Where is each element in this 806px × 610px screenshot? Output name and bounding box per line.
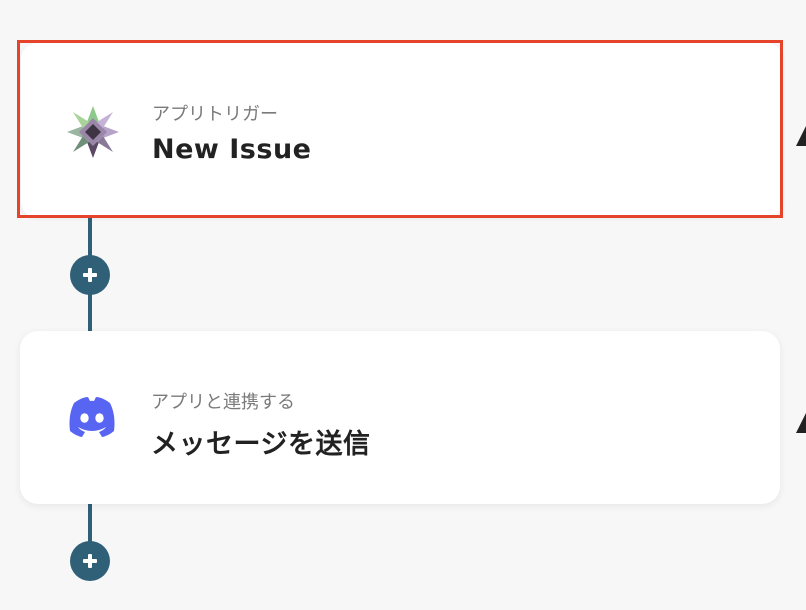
flow-canvas: アプリトリガー New Issue アプリと連携する メッセージを送信 <box>0 0 806 610</box>
step-title: メッセージを送信 <box>151 429 371 460</box>
action-step-card[interactable]: アプリと連携する メッセージを送信 <box>20 331 780 504</box>
collapse-arrow-icon[interactable] <box>796 413 806 433</box>
add-step-button[interactable] <box>70 255 110 295</box>
step-title: New Issue <box>152 134 312 165</box>
discord-logo-icon <box>69 397 115 437</box>
step-subtitle: アプリと連携する <box>151 392 295 413</box>
add-step-button[interactable] <box>70 541 110 581</box>
trigger-step-card[interactable]: アプリトリガー New Issue <box>21 43 783 218</box>
collapse-arrow-icon[interactable] <box>796 126 806 146</box>
step-subtitle: アプリトリガー <box>152 104 278 125</box>
app-star-logo-icon <box>67 106 119 158</box>
